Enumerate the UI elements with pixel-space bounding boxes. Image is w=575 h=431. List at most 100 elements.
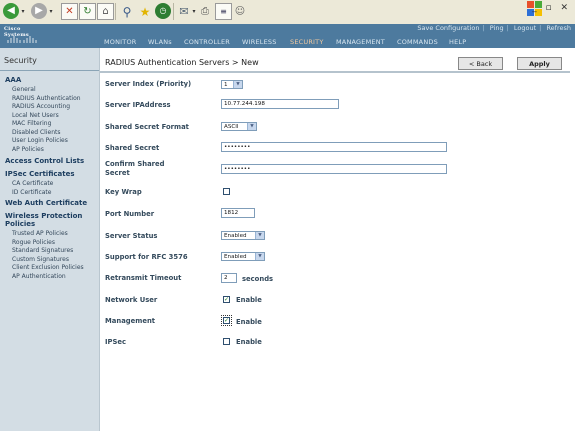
- shared-secret-label: Shared Secret: [105, 144, 160, 152]
- sidebar-item-ap-policies[interactable]: AP Policies: [12, 146, 44, 153]
- back-dropdown-icon[interactable]: ▾: [20, 3, 26, 20]
- management-label: Management: [105, 317, 156, 325]
- chevron-down-icon: ▼: [247, 123, 256, 130]
- sidebar-item-mac-filtering[interactable]: MAC Filtering: [12, 120, 51, 127]
- messenger-icon[interactable]: ☺: [233, 3, 247, 20]
- top-links: Save Configuration | Ping | Logout | Refres…: [417, 24, 571, 32]
- sidebar-item-general[interactable]: General: [12, 86, 36, 93]
- sidebar-item-rogue-policies[interactable]: Rogue Policies: [12, 239, 55, 246]
- server-ip-input[interactable]: 10.77.244.198: [221, 99, 339, 109]
- tab-security[interactable]: SECURITY: [290, 38, 324, 46]
- mail-icon[interactable]: ✉: [177, 3, 191, 20]
- retransmit-timeout-input[interactable]: 2: [221, 273, 237, 283]
- chevron-down-icon: ▼: [255, 232, 264, 239]
- confirm-secret-label-line2: Secret: [105, 169, 130, 177]
- tab-controller[interactable]: CONTROLLER: [184, 38, 230, 46]
- sidebar-item-client-exclusion-policies[interactable]: Client Exclusion Policies: [12, 264, 84, 271]
- mail-dropdown-icon[interactable]: ▾: [191, 3, 197, 20]
- ping-link[interactable]: Ping: [490, 24, 504, 32]
- forward-dropdown-icon[interactable]: ▾: [48, 3, 54, 20]
- main-content: RADIUS Authentication Servers > New < Ba…: [100, 48, 575, 431]
- sidebar-heading-ipsec-certificates[interactable]: IPSec Certificates: [5, 170, 75, 178]
- ipsec-checkbox[interactable]: [223, 338, 230, 345]
- sidebar-item-ap-authentication[interactable]: AP Authentication: [12, 273, 66, 280]
- cisco-bridge-icon: [7, 36, 37, 43]
- edit-icon[interactable]: ≡: [215, 3, 232, 20]
- sidebar-item-radius-accounting[interactable]: RADIUS Accounting: [12, 103, 70, 110]
- favorites-star-icon[interactable]: ★: [137, 3, 153, 20]
- server-status-label: Server Status: [105, 232, 158, 240]
- home-icon[interactable]: ⌂: [97, 3, 114, 20]
- tab-help[interactable]: HELP: [449, 38, 466, 46]
- search-icon[interactable]: ⚲: [119, 3, 135, 20]
- chevron-down-icon: ▼: [233, 81, 242, 88]
- sidebar-item-disabled-clients[interactable]: Disabled Clients: [12, 129, 60, 136]
- tab-management[interactable]: MANAGEMENT: [336, 38, 385, 46]
- rfc3576-label: Support for RFC 3576: [105, 253, 188, 261]
- server-status-select[interactable]: Enabled ▼: [221, 231, 265, 240]
- management-checkbox[interactable]: ✓: [221, 315, 232, 326]
- key-wrap-checkbox[interactable]: [223, 188, 230, 195]
- sidebar-heading-acl[interactable]: Access Control Lists: [5, 157, 84, 165]
- title-divider: [100, 71, 570, 73]
- stop-icon[interactable]: ✕: [61, 3, 78, 20]
- key-wrap-label: Key Wrap: [105, 188, 142, 196]
- browser-toolbar: ◀ ▾ ▶ ▾ ✕ ↻ ⌂ ⚲ ★ ◷ ✉ ▾ ⎙ ≡ ☺ _ ▫ ✕: [0, 0, 575, 25]
- app-header: Cisco Systems Save Configuration | Ping | …: [0, 24, 575, 48]
- sidebar-item-radius-authentication[interactable]: RADIUS Authentication: [12, 95, 81, 102]
- sidebar: Security AAA General RADIUS Authenticati…: [0, 48, 101, 431]
- port-number-input[interactable]: 1812: [221, 208, 255, 218]
- logout-link[interactable]: Logout: [514, 24, 536, 32]
- sidebar-item-ca-certificate[interactable]: CA Certificate: [12, 180, 53, 187]
- sidebar-heading-wireless-protection[interactable]: Wireless Protection Policies: [5, 212, 95, 228]
- network-user-enable-label: Enable: [236, 296, 262, 304]
- rfc3576-value: Enabled: [224, 253, 247, 260]
- confirm-secret-label-line1: Confirm Shared: [105, 160, 165, 168]
- toolbar-divider: [173, 3, 174, 20]
- refresh-icon[interactable]: ↻: [79, 3, 96, 20]
- network-user-checkbox[interactable]: ✓: [223, 296, 230, 303]
- sidebar-heading-aaa[interactable]: AAA: [5, 76, 21, 84]
- apply-button[interactable]: Apply: [517, 57, 562, 70]
- history-icon[interactable]: ◷: [155, 3, 171, 19]
- tab-monitor[interactable]: MONITOR: [104, 38, 137, 46]
- back-arrow-icon[interactable]: ◀: [3, 3, 19, 19]
- sidebar-item-id-certificate[interactable]: ID Certificate: [12, 189, 51, 196]
- server-status-value: Enabled: [224, 232, 247, 239]
- sidebar-heading-web-auth-certificate[interactable]: Web Auth Certificate: [5, 199, 87, 207]
- secret-format-label: Shared Secret Format: [105, 123, 189, 131]
- back-button[interactable]: < Back: [458, 57, 503, 70]
- sidebar-title: Security: [4, 56, 37, 65]
- sidebar-item-standard-signatures[interactable]: Standard Signatures: [12, 247, 73, 254]
- cisco-logo: Cisco Systems: [2, 25, 44, 45]
- tab-wireless[interactable]: WIRELESS: [242, 38, 277, 46]
- server-index-label: Server Index (Priority): [105, 80, 192, 88]
- server-ip-label: Server IPAddress: [105, 101, 171, 109]
- sidebar-divider: [0, 70, 99, 71]
- server-index-select[interactable]: 1 ▼: [221, 80, 243, 89]
- server-index-value: 1: [224, 81, 228, 88]
- refresh-link[interactable]: Refresh: [546, 24, 571, 32]
- confirm-secret-input[interactable]: ••••••••: [221, 164, 447, 174]
- confirm-secret-label: Confirm Shared Secret: [105, 160, 164, 178]
- secret-format-select[interactable]: ASCII ▼: [221, 122, 257, 131]
- sidebar-item-local-net-users[interactable]: Local Net Users: [12, 112, 59, 119]
- toolbar-divider: [115, 3, 116, 20]
- secret-format-value: ASCII: [224, 123, 239, 130]
- sidebar-item-user-login-policies[interactable]: User Login Policies: [12, 137, 68, 144]
- print-icon[interactable]: ⎙: [198, 3, 212, 20]
- tab-wlans[interactable]: WLANs: [148, 38, 172, 46]
- chevron-down-icon: ▼: [255, 253, 264, 260]
- window-controls[interactable]: _ ▫ ✕: [532, 3, 571, 13]
- page-title: RADIUS Authentication Servers > New: [105, 58, 259, 67]
- ipsec-enable-label: Enable: [236, 338, 262, 346]
- ipsec-label: IPSec: [105, 338, 127, 346]
- sidebar-item-trusted-ap-policies[interactable]: Trusted AP Policies: [12, 230, 68, 237]
- shared-secret-input[interactable]: ••••••••: [221, 142, 447, 152]
- sidebar-item-custom-signatures[interactable]: Custom Signatures: [12, 256, 69, 263]
- rfc3576-select[interactable]: Enabled ▼: [221, 252, 265, 261]
- retransmit-timeout-label: Retransmit Timeout: [105, 274, 182, 282]
- save-configuration-link[interactable]: Save Configuration: [417, 24, 479, 32]
- tab-commands[interactable]: COMMANDS: [397, 38, 438, 46]
- forward-arrow-icon[interactable]: ▶: [31, 3, 47, 19]
